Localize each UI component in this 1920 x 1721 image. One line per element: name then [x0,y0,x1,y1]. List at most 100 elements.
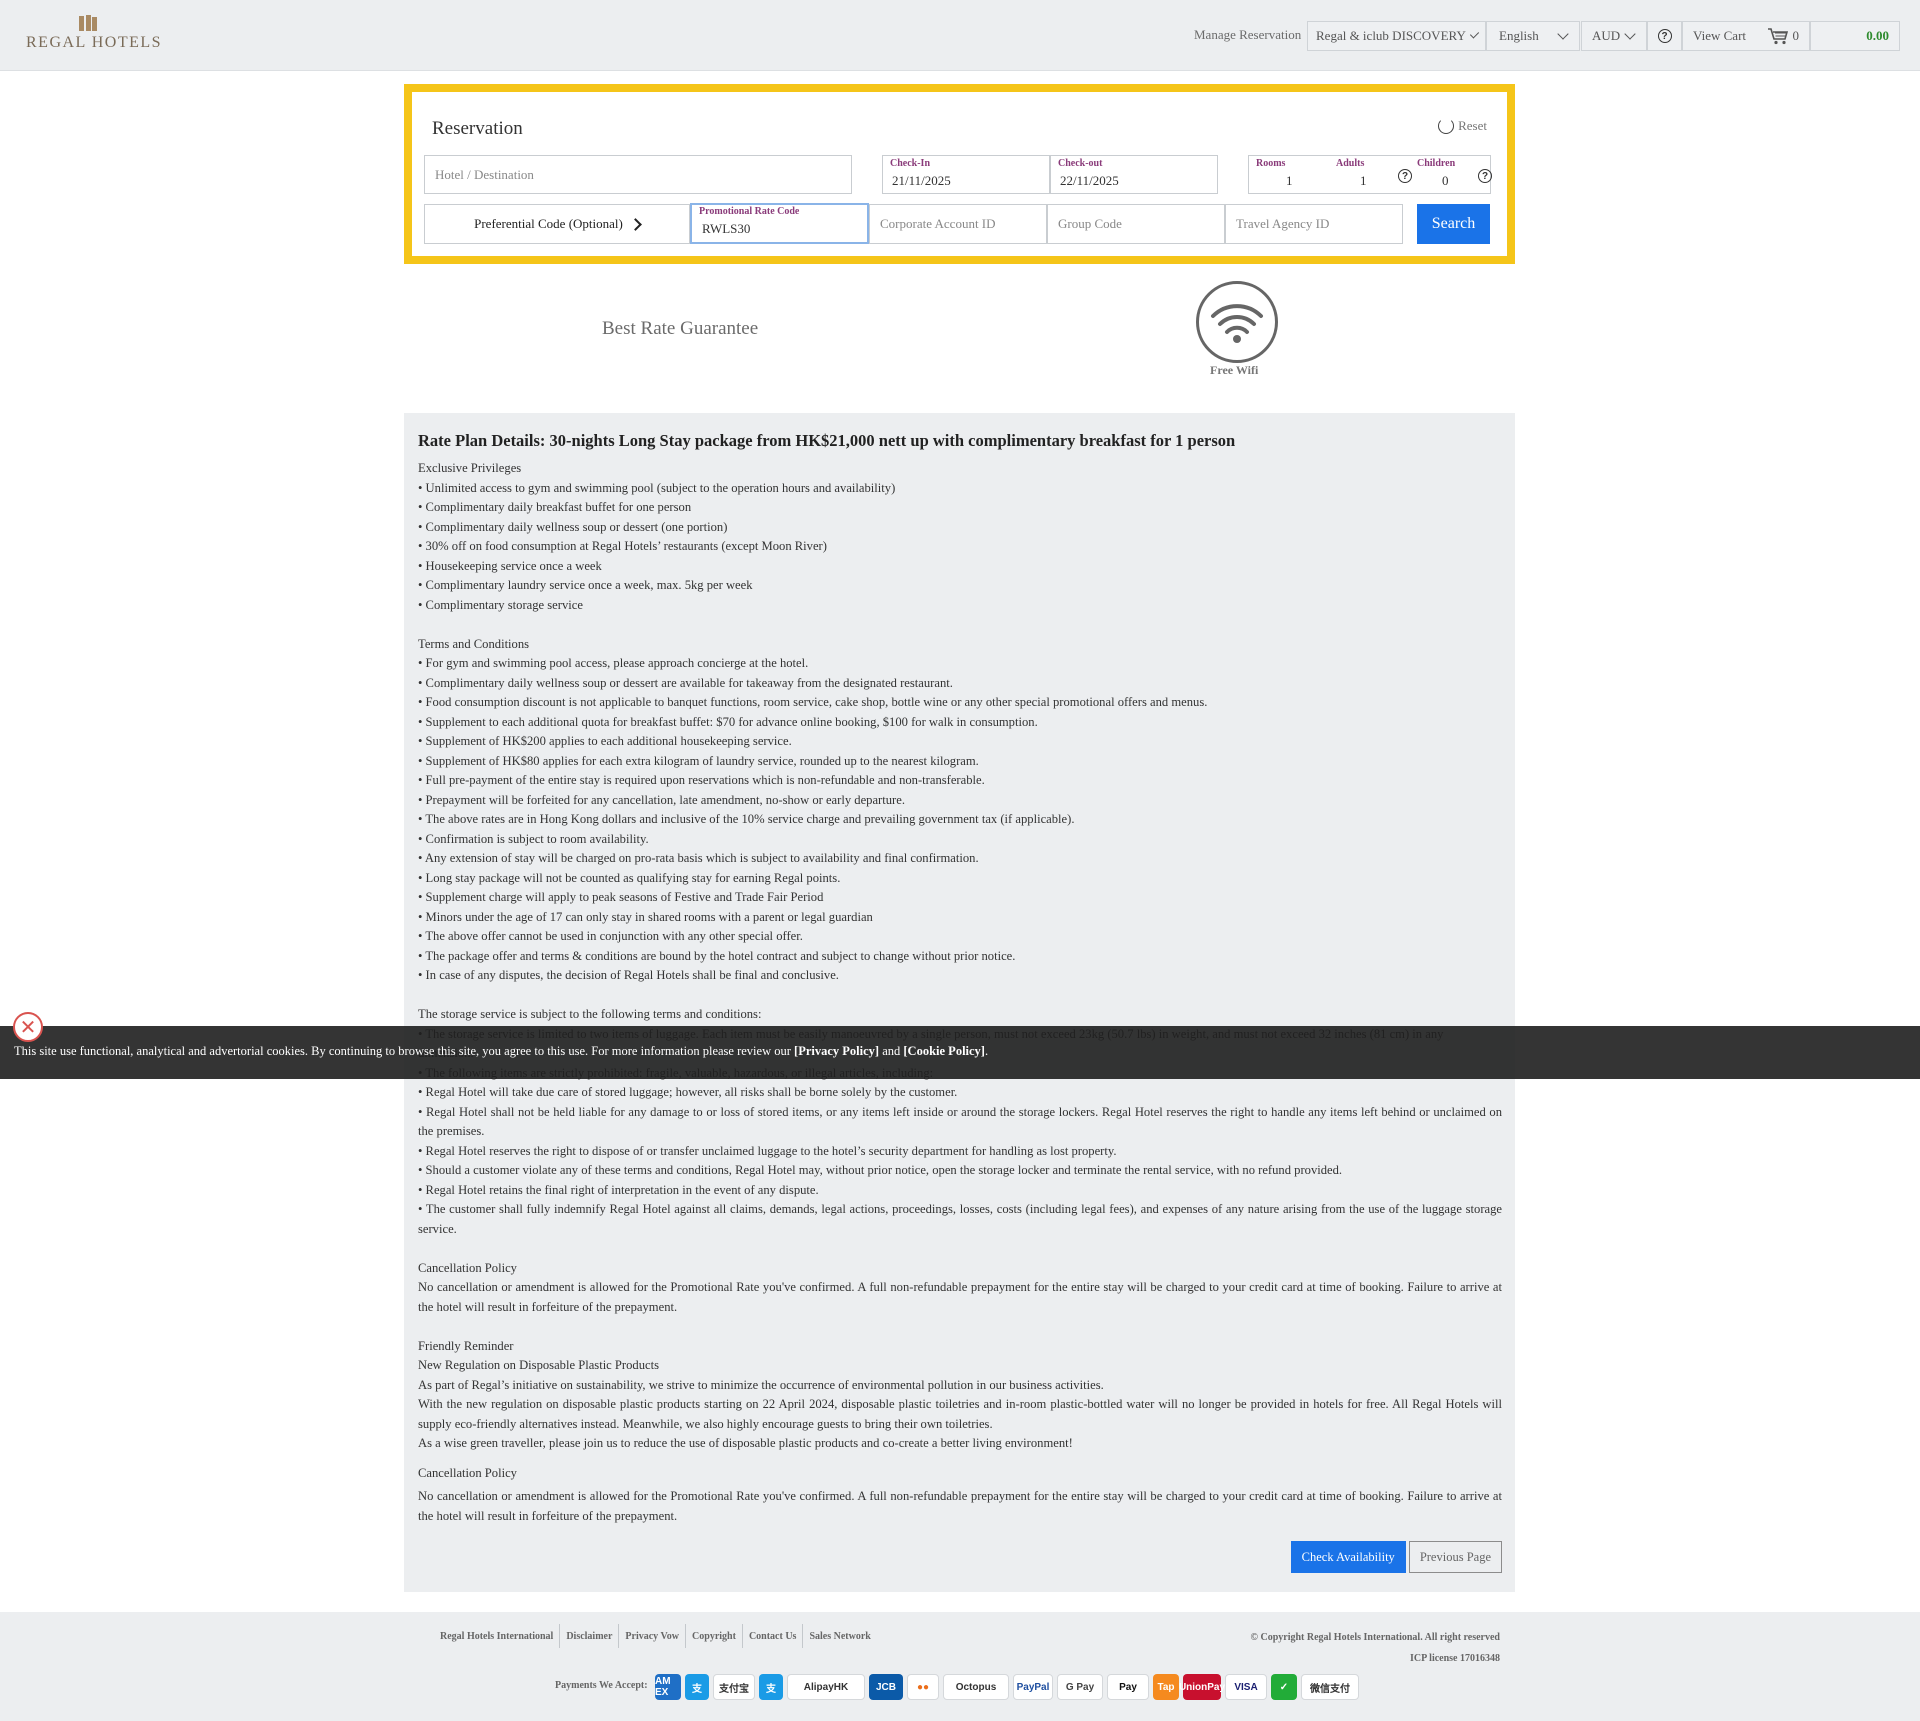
octopus-logo: Octopus [943,1674,1009,1700]
wifi-icon [1196,281,1278,363]
best-rate-guarantee: Best Rate Guarantee [602,318,759,339]
view-cart-button[interactable]: View Cart 0 [1682,21,1810,51]
terms-item: • Prepayment will be forfeited for any c… [418,792,905,807]
search-button[interactable]: Search [1417,204,1490,244]
travel-agency-input[interactable]: Travel Agency ID [1225,204,1403,244]
terms-item: • Any extension of stay will be charged … [418,851,979,865]
wechat-pay-logo: 微信支付 [1301,1674,1359,1700]
reminder-heading: Friendly Reminder [418,1338,514,1353]
payment-logos: AM EX 支支付宝支 AlipayHK JCB ●● Octopus PayPal G Pa… [655,1672,1359,1702]
group-code-placeholder: Group Code [1058,216,1122,231]
storage-item: • The customer shall fully indemnify Reg… [418,1202,1502,1236]
checkout-value: 22/11/2025 [1060,173,1119,188]
hotel-destination-input[interactable]: Hotel / Destination [424,155,852,194]
terms-item: • In case of any disputes, the decision … [418,968,839,982]
privacy-policy-link[interactable]: [Privacy Policy] [794,1044,879,1058]
chevron-down-icon [1624,28,1636,40]
footer-link[interactable]: Copyright [685,1624,742,1648]
manage-reservation-link[interactable]: Manage Reservation [1194,27,1301,43]
terms-list: • For gym and swimming pool access, plea… [418,654,1502,986]
checkin-value: 21/11/2025 [892,173,951,188]
travel-agency-placeholder: Travel Agency ID [1236,216,1330,231]
mastercard-logo: ●● [907,1674,939,1700]
unionpay-logo: UnionPay [1179,1674,1225,1700]
storage-item: • Regal Hotel will take due care of stor… [418,1085,958,1099]
wechat-pay-icon-logo: ✓ [1271,1674,1297,1700]
cancellation-text: No cancellation or amendment is allowed … [418,1280,1502,1314]
cart-icon [1767,28,1788,45]
privilege-item: • Complimentary daily wellness soup or d… [418,519,728,534]
cart-group: 0 [1767,27,1800,45]
program-select[interactable]: Regal & iclub DISCOVERY [1307,21,1486,51]
cancellation-heading: Cancellation Policy [418,1260,517,1275]
view-cart-label: View Cart [1693,28,1747,43]
help-button[interactable]: ? [1647,21,1682,51]
language-select-value: English [1499,28,1539,43]
footer-links: Regal Hotels International Disclaimer Priv… [434,1624,877,1648]
cart-count: 0 [1792,28,1800,43]
rate-plan-title: Rate Plan Details: 30-nights Long Stay p… [418,431,1236,450]
terms-item: • Full pre-payment of the entire stay is… [418,773,985,787]
terms-item: • The above rates are in Hong Kong dolla… [418,812,1075,826]
logo-text: REGAL HOTELS [26,34,163,51]
storage-item: • Should a customer violate any of these… [418,1163,1343,1177]
occupancy-field[interactable]: Rooms 1 Adults 1 ? Children 0 ? [1248,155,1492,194]
adults-help-icon[interactable]: ? [1398,169,1412,183]
adults-value: 1 [1360,173,1367,188]
children-help-icon[interactable]: ? [1478,169,1492,183]
chevron-down-icon [1469,29,1480,39]
google-pay-logo: G Pay [1057,1674,1103,1700]
privilege-item: • Complimentary laundry service once a w… [418,578,753,592]
cookie-policy-link[interactable]: [Cookie Policy] [903,1044,985,1058]
privilege-item: • Complimentary daily breakfast buffet f… [418,500,692,514]
cookie-close-icon[interactable]: ✕ [13,1012,43,1042]
chevron-down-icon [1557,28,1569,40]
cookie-period: . [984,1044,989,1058]
wifi-glyph-icon [1211,304,1263,343]
promo-code-label: Promotional Rate Code [699,206,800,217]
chevron-right-icon [628,217,642,231]
footer-link[interactable]: Contact Us [741,1624,803,1648]
reset-button[interactable]: Reset [1438,118,1487,134]
reset-label: Reset [1458,118,1487,133]
checkout-field[interactable]: Check-out 22/11/2025 [1050,155,1218,194]
jcb-logo: JCB [869,1674,903,1700]
rate-plan-body: Exclusive Privileges • Unlimited access … [418,459,1502,1526]
cookie-banner: This site use functional, analytical and… [0,1026,1920,1079]
footer-link[interactable]: Disclaimer [559,1624,618,1648]
apple-pay-logo: Pay [1107,1674,1149,1700]
reminder-text-1: As part of Regal’s initiative on sustain… [418,1377,1104,1392]
currency-select-value: AUD [1592,28,1621,43]
free-wifi-label: Free Wifi [1210,363,1259,377]
footer-link[interactable]: Regal Hotels International [434,1624,559,1648]
regal-hotels-logo[interactable]: REGAL HOTELS [26,14,163,54]
terms-item: • The above offer cannot be used in conj… [418,929,803,943]
previous-page-button[interactable]: Previous Page [1408,1541,1502,1573]
currency-select[interactable]: AUD [1581,21,1647,51]
terms-item: • Confirmation is subject to room availa… [418,831,649,846]
privileges-heading: Exclusive Privileges [418,461,522,475]
privilege-item: • Complimentary storage service [418,597,583,612]
reservation-title: Reservation [432,118,523,139]
footer-link[interactable]: Privacy Vow [618,1624,685,1648]
terms-item: • Supplement to each additional quota fo… [418,714,1038,729]
language-select[interactable]: English [1486,21,1580,51]
alipay-hk-icon-logo: 支 [759,1674,783,1700]
checkin-label: Check-In [890,158,931,169]
group-code-input[interactable]: Group Code [1047,204,1225,244]
rate-plan-actions: Check Availability Previous Page [1290,1541,1502,1573]
footer-link[interactable]: Sales Network [802,1624,876,1648]
children-value: 0 [1442,173,1449,188]
storage-item: • Regal Hotel reserves the right to disp… [418,1143,1117,1158]
terms-item: • Supplement of HK$80 applies for each e… [418,753,979,768]
checkout-label: Check-out [1058,158,1103,169]
terms-item: • For gym and swimming pool access, plea… [418,656,809,670]
checkin-field[interactable]: Check-In 21/11/2025 [882,155,1050,194]
amex-logo: AM EX [655,1674,681,1700]
corporate-account-input[interactable]: Corporate Account ID [869,204,1047,244]
rooms-label: Rooms [1256,158,1286,169]
preferential-code-toggle[interactable]: Preferential Code (Optional) [424,204,690,244]
promo-code-input[interactable]: Promotional Rate Code RWLS30 [690,203,869,244]
privilege-item: • Housekeeping service once a week [418,558,602,573]
check-availability-button[interactable]: Check Availability [1290,1541,1406,1573]
